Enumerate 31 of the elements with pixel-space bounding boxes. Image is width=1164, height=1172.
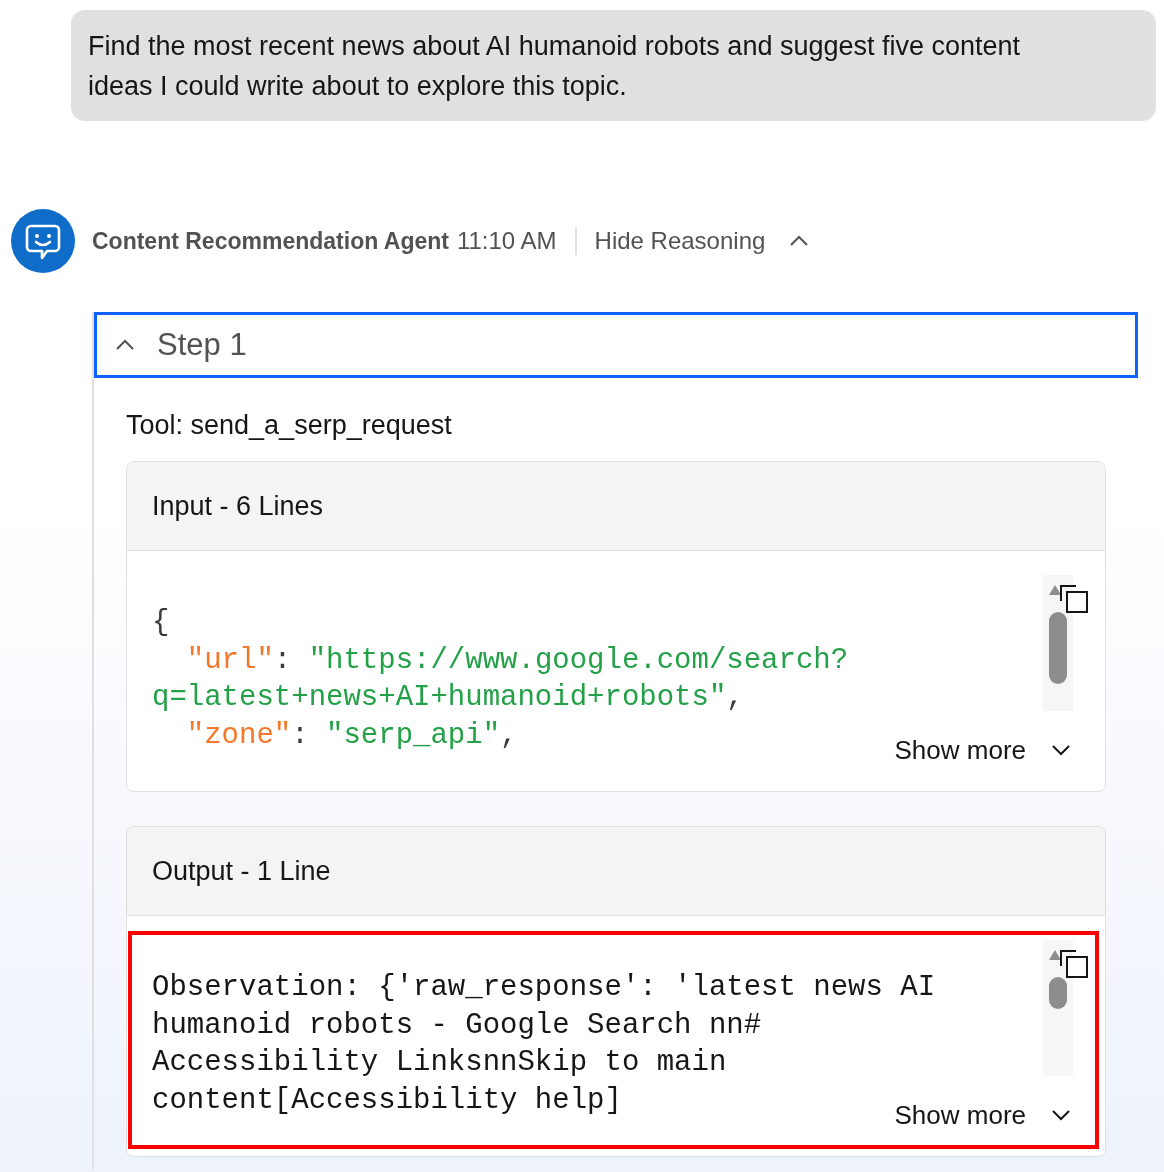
message-time: 11:10 AM: [456, 227, 557, 255]
code-line: {: [152, 605, 170, 641]
panel-header: Input - 6 Lines: [127, 462, 1105, 551]
user-message: Find the most recent news about AI humanoid robots and suggest five content ideas I could write about to explore this topic.: [71, 10, 1156, 121]
scrollbar-track[interactable]: [1043, 575, 1073, 711]
smiley-chat-icon: [11, 209, 75, 273]
output-line: Accessibility LinksnnSkip to main: [152, 1045, 727, 1081]
step-header[interactable]: Step 1: [94, 312, 1138, 378]
code-line: q=latest+news+AI+humanoid+robots",: [152, 680, 744, 716]
scrollbar-track[interactable]: [1043, 940, 1073, 1076]
scrollbar-thumb[interactable]: [1049, 977, 1067, 1009]
scroll-up-icon: [1049, 585, 1061, 595]
output-line: Observation: {'raw_response': 'latest news AI: [152, 970, 936, 1006]
panel-header: Output - 1 Line: [127, 827, 1105, 916]
copy-icon: [1060, 950, 1088, 978]
agent-name: Content Recommendation Agent: [92, 227, 449, 255]
copy-button[interactable]: [1060, 585, 1088, 613]
scroll-up-icon: [1049, 950, 1061, 960]
hide-reasoning-button[interactable]: Hide Reasoning: [594, 227, 810, 255]
chevron-down-icon: [1052, 744, 1070, 756]
output-line: humanoid robots - Google Search nn#: [152, 1007, 762, 1044]
copy-button[interactable]: [1060, 950, 1088, 978]
code-line: "url": "https://www.google.com/search?: [185, 642, 849, 679]
copy-icon: [1060, 585, 1088, 613]
scrollbar-thumb[interactable]: [1049, 612, 1067, 684]
tool-label: Tool: send_a_serp_request: [126, 410, 453, 440]
chevron-down-icon: [1052, 1109, 1070, 1121]
output-line: content[Accessibility help]: [152, 1082, 622, 1119]
show-more-button[interactable]: Show more: [894, 1095, 1070, 1135]
show-more-button[interactable]: Show more: [894, 730, 1070, 770]
code-line: "zone": "serp_api",: [185, 717, 518, 754]
